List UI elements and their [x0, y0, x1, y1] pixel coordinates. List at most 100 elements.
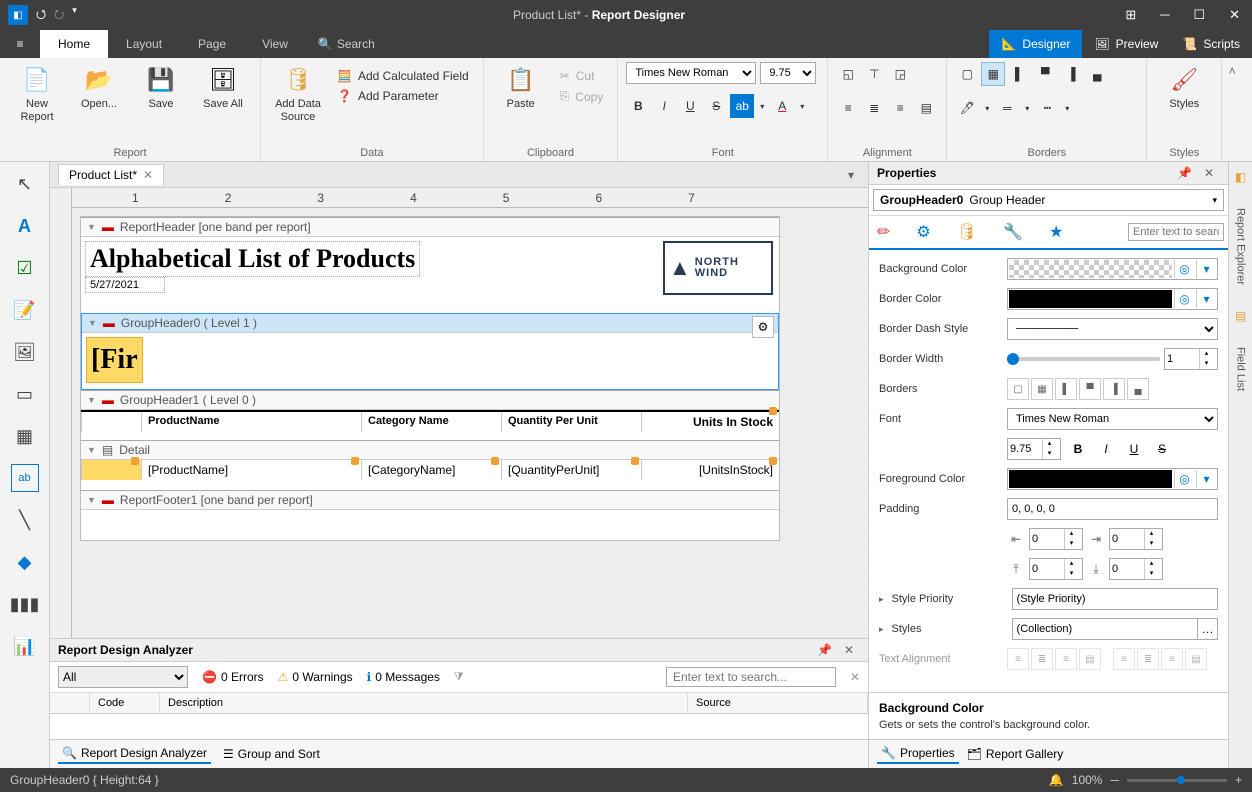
logo-image[interactable]: ▲ NORTHWIND [663, 241, 773, 295]
align-right[interactable]: ≡ [888, 96, 912, 120]
filter-icon[interactable]: ⧩ [454, 671, 464, 684]
open-button[interactable]: 📂Open... [70, 62, 128, 111]
object-selector[interactable]: GroupHeader0Group Header ▾ [873, 189, 1224, 211]
align-center[interactable]: ≣ [862, 96, 886, 120]
fieldlist-icon[interactable]: ▤ [1235, 309, 1246, 323]
expand-icon[interactable]: ▸ [879, 594, 884, 605]
border-style-button[interactable]: ┅ [1035, 96, 1059, 120]
new-report-button[interactable]: 📄New Report [8, 62, 66, 124]
color-picker-icon[interactable]: ◎ [1174, 260, 1194, 278]
zoom-slider[interactable] [1127, 779, 1227, 782]
warning-count[interactable]: ⚠0 Warnings [278, 670, 353, 684]
border-width-input[interactable] [1165, 349, 1199, 369]
borders-editor[interactable]: ▢▦▌▀▐▄ [1007, 378, 1218, 400]
col-code[interactable]: Code [90, 693, 160, 713]
cell-category[interactable]: [CategoryName] [361, 460, 501, 480]
explorer-icon[interactable]: ◧ [1235, 170, 1246, 184]
border-bottom[interactable]: ▄ [1085, 62, 1109, 86]
border-all[interactable]: ▦ [981, 62, 1005, 86]
ellipsis-button[interactable]: … [1198, 618, 1218, 640]
panel-tool[interactable]: ▭ [11, 380, 39, 408]
highlight-button[interactable]: ab [730, 94, 754, 118]
band-report-header[interactable]: ▼▬ReportHeader [one band per report] Alp… [81, 217, 779, 313]
cell-units[interactable]: [UnitsInStock] [641, 460, 779, 480]
ribbon-collapse-icon[interactable]: ˄ [1222, 58, 1242, 161]
label-tool[interactable]: A [11, 212, 39, 240]
font-name-select[interactable]: Times New Roman [626, 62, 756, 84]
border-width-slider[interactable]: ▴▾ [1007, 348, 1218, 370]
cat-favorites-icon[interactable]: ★ [1045, 216, 1067, 248]
col-qty[interactable]: Quantity Per Unit [501, 412, 641, 432]
tab-view[interactable]: View [244, 30, 306, 58]
copy-button[interactable]: ⎘Copy [554, 86, 610, 107]
message-count[interactable]: ℹ0 Messages [367, 670, 440, 684]
bg-color-editor[interactable]: ◎▾ [1007, 258, 1218, 280]
add-calc-field-button[interactable]: 🧮Add Calculated Field [331, 66, 475, 86]
tab-home[interactable]: Home [40, 30, 108, 58]
band-group-header-0[interactable]: ▼▬GroupHeader0 ( Level 1 ) ⚙ [Fir [81, 313, 779, 390]
cat-data-icon[interactable]: 🛢 [953, 216, 981, 248]
file-menu-icon[interactable]: ≡ [0, 30, 40, 58]
cut-button[interactable]: ✂Cut [554, 66, 610, 86]
richtext-tool[interactable]: 📝 [11, 296, 39, 324]
pin-icon[interactable]: 📌 [1171, 166, 1198, 180]
pad-top-input[interactable] [1030, 559, 1064, 579]
tab-report-gallery[interactable]: 🗂Report Gallery [963, 744, 1068, 764]
tab-group-sort[interactable]: ☰Group and Sort [219, 744, 324, 764]
border-style-dropdown[interactable]: ▾ [1061, 96, 1073, 120]
line-tool[interactable]: ╲ [11, 506, 39, 534]
zoom-in-icon[interactable]: + [1235, 773, 1242, 787]
close-tab-icon[interactable]: ✕ [143, 168, 153, 182]
col-units[interactable]: Units In Stock [641, 412, 779, 432]
font-color-dropdown-icon[interactable]: ▾ [796, 94, 808, 118]
bold-toggle[interactable]: B [1067, 438, 1089, 460]
highlight-dropdown-icon[interactable]: ▾ [756, 94, 768, 118]
notification-icon[interactable]: 🔔 [1049, 773, 1064, 787]
redo-icon[interactable]: ⭮ [54, 5, 64, 26]
col-product[interactable]: ProductName [141, 412, 361, 432]
border-width-dropdown[interactable]: ▾ [1021, 96, 1033, 120]
cell-spacer[interactable] [81, 460, 141, 480]
pad-bottom-input[interactable] [1110, 559, 1144, 579]
close-icon[interactable]: ✕ [1198, 166, 1220, 180]
italic-button[interactable]: I [652, 94, 676, 118]
maximize-icon[interactable]: ☐ [1189, 7, 1209, 23]
align-top-right[interactable]: ◲ [888, 62, 912, 86]
tab-page[interactable]: Page [180, 30, 244, 58]
pad-left-input[interactable] [1030, 529, 1064, 549]
border-color-dropdown[interactable]: ▾ [981, 96, 993, 120]
report-date-label[interactable]: 5/27/2021 [85, 277, 165, 293]
italic-toggle[interactable]: I [1095, 438, 1117, 460]
zoom-out-icon[interactable]: ─ [1110, 773, 1119, 787]
ribbon-search[interactable]: 🔍 Search [306, 30, 387, 58]
add-parameter-button[interactable]: ❓Add Parameter [331, 86, 475, 106]
picture-tool[interactable]: 🖼 [11, 338, 39, 366]
color-picker-icon[interactable]: ◎ [1174, 290, 1194, 308]
align-left[interactable]: ≡ [836, 96, 860, 120]
padding-input[interactable] [1007, 498, 1218, 520]
tab-layout[interactable]: Layout [108, 30, 180, 58]
color-picker-icon[interactable]: ◎ [1174, 470, 1194, 488]
border-top[interactable]: ▀ [1033, 62, 1057, 86]
clear-search-icon[interactable]: ✕ [850, 670, 860, 684]
undo-icon[interactable]: ⭯ [36, 5, 46, 26]
text-align-editor[interactable]: ≡≣≡▤ ≡≣≡▤ [1007, 648, 1218, 670]
col-category[interactable]: Category Name [361, 412, 501, 432]
tab-preview[interactable]: 🖼 Preview [1082, 30, 1170, 58]
barcode-tool[interactable]: ▮▮▮ [11, 590, 39, 618]
pad-right-input[interactable] [1110, 529, 1144, 549]
col-description[interactable]: Description [160, 693, 688, 713]
error-count[interactable]: ⛔0 Errors [202, 670, 264, 684]
character-comb-tool[interactable]: ab [11, 464, 39, 492]
bold-button[interactable]: B [626, 94, 650, 118]
cell-qty[interactable]: [QuantityPerUnit] [501, 460, 641, 480]
design-surface[interactable]: 123 456 7 ▼▬ReportHeader [one band per r… [50, 188, 868, 638]
border-none[interactable]: ▢ [955, 62, 979, 86]
strike-button[interactable]: S [704, 94, 728, 118]
paste-button[interactable]: 📋Paste [492, 62, 550, 111]
close-icon[interactable]: ✕ [1225, 7, 1244, 23]
border-color-editor[interactable]: ◎▾ [1007, 288, 1218, 310]
border-right[interactable]: ▐ [1059, 62, 1083, 86]
styles-value[interactable] [1012, 618, 1199, 640]
fg-color-editor[interactable]: ◎▾ [1007, 468, 1218, 490]
